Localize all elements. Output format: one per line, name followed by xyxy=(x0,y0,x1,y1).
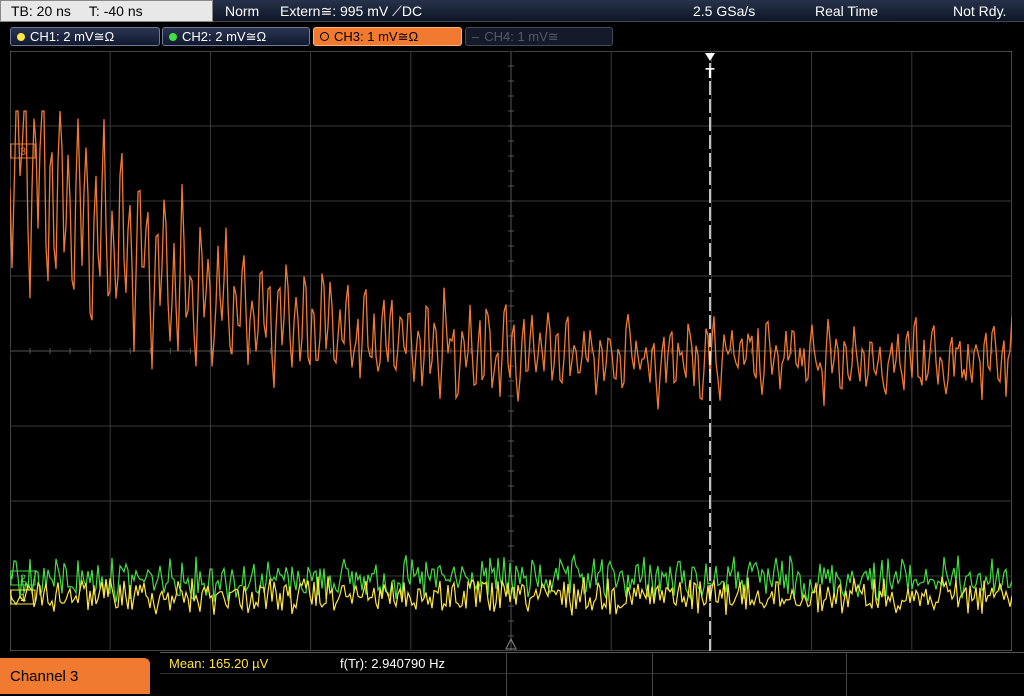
active-channel-label: Channel 3 xyxy=(10,667,79,685)
timebase-box[interactable]: TB: 20 ns T: -40 ns xyxy=(0,0,213,22)
acquisition-mode: Real Time xyxy=(815,3,879,19)
bottom-bar: Channel 3 Mean: 165.20 µV f(Tr): 2.94079… xyxy=(0,652,1024,696)
trigger-marker: T xyxy=(705,65,714,82)
measurement-divider xyxy=(160,673,1024,674)
tab-ch1[interactable]: CH1: 2 mV≅Ω xyxy=(10,27,160,46)
measurement-divider xyxy=(846,653,847,696)
measurement-divider xyxy=(652,653,653,696)
tab-ch4-label: CH4: 1 mV≅ xyxy=(484,28,559,44)
ch3-marker-label: 3 xyxy=(20,146,26,158)
waveform-display[interactable]: T 3 2 1 xyxy=(10,51,1012,651)
measurement-frequency: f(Tr): 2.940790 Hz xyxy=(340,656,445,671)
channel-tab-bar: CH1: 2 mV≅Ω CH2: 2 mV≅Ω CH3: 1 mV≅Ω – CH… xyxy=(0,26,1024,48)
tab-ch3-label: CH3: 1 mV≅Ω xyxy=(334,28,419,44)
tab-ch2[interactable]: CH2: 2 mV≅Ω xyxy=(162,27,310,46)
tab-ch1-label: CH1: 2 mV≅Ω xyxy=(30,28,115,44)
trigger-source[interactable]: Extern≅: 995 mV ⟋DC xyxy=(280,3,422,20)
frequency-label: f(Tr): xyxy=(340,656,368,671)
measurement-panel[interactable]: Mean: 165.20 µV f(Tr): 2.940790 Hz xyxy=(160,652,1024,696)
top-status-bar: TB: 20 ns T: -40 ns Norm Extern≅: 995 mV… xyxy=(0,0,1024,24)
ch1-marker-label: 1 xyxy=(20,592,26,604)
timebase-value: TB: 20 ns xyxy=(11,3,71,19)
active-channel-button[interactable]: Channel 3 xyxy=(0,658,150,694)
ch1-color-dot xyxy=(17,32,25,41)
acquisition-state: Not Rdy. xyxy=(953,3,1007,19)
ch3-color-dot xyxy=(320,32,329,41)
mean-label: Mean: xyxy=(169,656,206,671)
sample-rate: 2.5 GSa/s xyxy=(693,3,756,19)
frequency-value: 2.940790 Hz xyxy=(371,656,446,671)
ch4-dash-icon: – xyxy=(472,29,480,44)
ch2-marker-label: 2 xyxy=(20,573,26,585)
trigger-position-value: T: -40 ns xyxy=(88,3,143,19)
acquisition-status: Norm Extern≅: 995 mV ⟋DC 2.5 GSa/s Real … xyxy=(213,0,1024,22)
tab-ch2-label: CH2: 2 mV≅Ω xyxy=(182,28,267,44)
measurement-mean: Mean: 165.20 µV xyxy=(169,656,268,671)
ch2-color-dot xyxy=(169,32,177,41)
measurement-divider xyxy=(506,653,507,696)
mean-value: 165.20 µV xyxy=(208,656,269,671)
tab-ch3[interactable]: CH3: 1 mV≅Ω xyxy=(313,27,462,46)
tab-ch4[interactable]: – CH4: 1 mV≅ xyxy=(465,27,613,46)
trigger-mode[interactable]: Norm xyxy=(225,3,259,19)
